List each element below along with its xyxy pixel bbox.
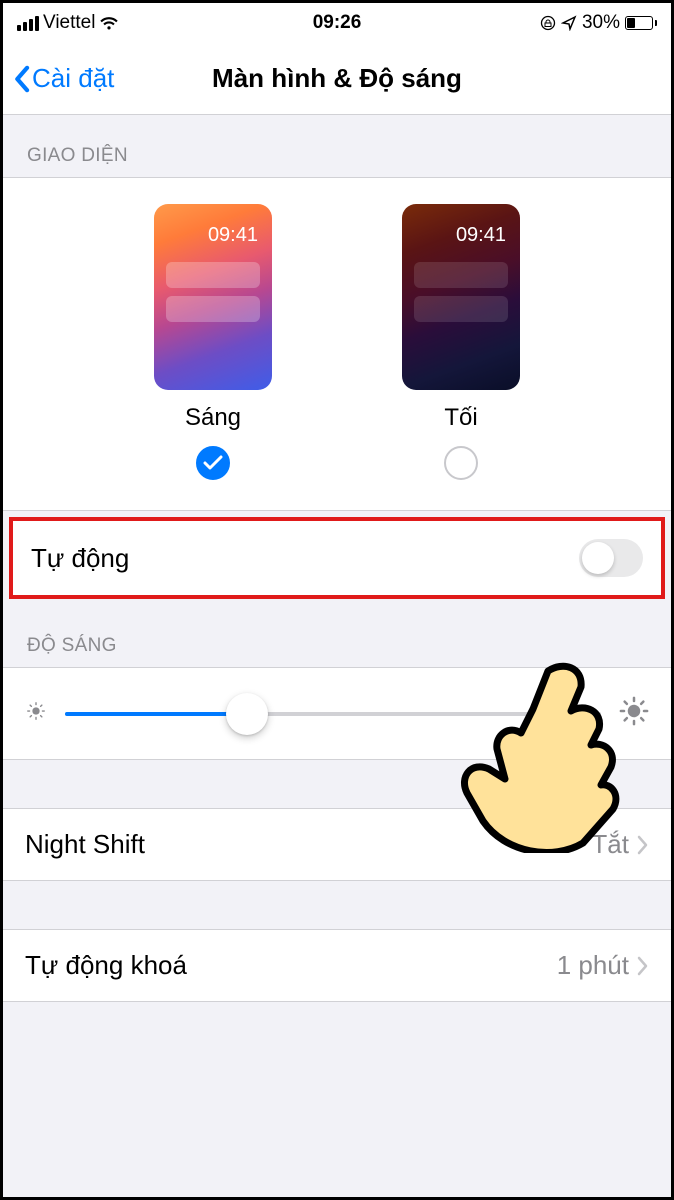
orientation-lock-icon bbox=[540, 15, 556, 31]
check-icon bbox=[203, 455, 223, 471]
night-shift-row[interactable]: Night Shift Tắt bbox=[3, 809, 671, 880]
brightness-low-icon bbox=[25, 700, 47, 727]
dark-radio[interactable] bbox=[444, 446, 478, 480]
battery-icon bbox=[625, 16, 657, 30]
status-left: Viettel bbox=[17, 12, 119, 34]
light-preview: 09:41 bbox=[154, 204, 272, 390]
status-bar: Viettel 09:26 30% bbox=[3, 3, 671, 43]
appearance-header: GIAO DIỆN bbox=[3, 115, 671, 177]
brightness-section bbox=[3, 667, 671, 760]
light-label: Sáng bbox=[185, 404, 241, 432]
auto-appearance-row[interactable]: Tự động bbox=[9, 517, 665, 599]
status-time: 09:26 bbox=[313, 12, 362, 34]
auto-toggle[interactable] bbox=[579, 539, 643, 577]
chevron-left-icon bbox=[13, 65, 30, 93]
page-title: Màn hình & Độ sáng bbox=[212, 63, 462, 94]
slider-thumb[interactable] bbox=[226, 693, 268, 735]
appearance-section: 09:41 Sáng 09:41 Tối bbox=[3, 177, 671, 511]
dark-preview: 09:41 bbox=[402, 204, 520, 390]
chevron-right-icon bbox=[637, 835, 649, 855]
night-shift-section: Night Shift Tắt bbox=[3, 808, 671, 881]
status-right: 30% bbox=[540, 12, 657, 34]
back-button[interactable]: Cài đặt bbox=[13, 63, 114, 94]
auto-lock-label: Tự động khoá bbox=[25, 950, 187, 981]
brightness-high-icon bbox=[619, 696, 649, 731]
brightness-header: ĐỘ SÁNG bbox=[3, 605, 671, 667]
brightness-slider[interactable] bbox=[65, 712, 601, 716]
carrier-label: Viettel bbox=[43, 12, 95, 34]
chevron-right-icon bbox=[637, 956, 649, 976]
light-radio[interactable] bbox=[196, 446, 230, 480]
dark-label: Tối bbox=[444, 404, 477, 432]
auto-lock-row[interactable]: Tự động khoá 1 phút bbox=[3, 930, 671, 1001]
preview-time-dark: 09:41 bbox=[456, 224, 506, 247]
location-icon bbox=[561, 15, 577, 31]
auto-lock-value: 1 phút bbox=[557, 950, 649, 981]
appearance-option-light[interactable]: 09:41 Sáng bbox=[154, 204, 272, 480]
signal-icon bbox=[17, 16, 39, 31]
auto-label: Tự động bbox=[31, 543, 129, 574]
night-shift-value: Tắt bbox=[591, 829, 649, 860]
nav-bar: Cài đặt Màn hình & Độ sáng bbox=[3, 43, 671, 115]
night-shift-label: Night Shift bbox=[25, 829, 145, 860]
preview-time-light: 09:41 bbox=[208, 224, 258, 247]
appearance-option-dark[interactable]: 09:41 Tối bbox=[402, 204, 520, 480]
battery-percent: 30% bbox=[582, 12, 620, 34]
wifi-icon bbox=[99, 16, 119, 31]
back-label: Cài đặt bbox=[32, 63, 114, 94]
auto-lock-section: Tự động khoá 1 phút bbox=[3, 929, 671, 1002]
